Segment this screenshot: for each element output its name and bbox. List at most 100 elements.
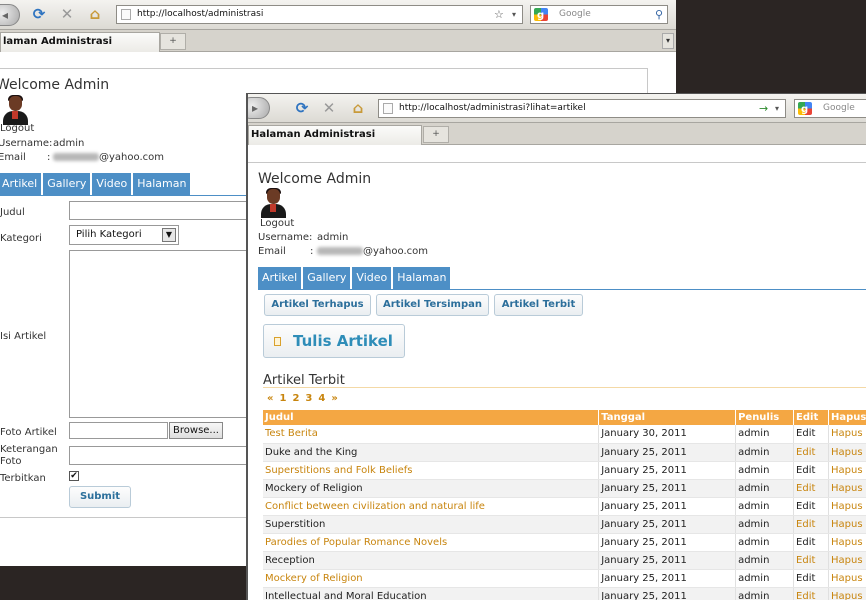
- url-input[interactable]: http://localhost/administrasi ☆ ▾: [116, 5, 523, 24]
- front-new-tab-button[interactable]: +: [423, 126, 449, 143]
- article-title-cell[interactable]: Superstitions and Folk Beliefs: [263, 461, 600, 480]
- section-title: Artikel Terbit: [263, 373, 345, 388]
- article-title-cell[interactable]: Conflict between civilization and natura…: [263, 497, 600, 516]
- pager-page-2[interactable]: 2: [292, 393, 300, 404]
- bookmark-star-icon[interactable]: ☆: [494, 7, 504, 22]
- front-url-dropdown-icon[interactable]: ▾: [775, 101, 779, 116]
- article-date-cell: January 25, 2011: [598, 569, 737, 588]
- delete-link[interactable]: Hapus: [828, 515, 866, 534]
- back-button[interactable]: ◂: [0, 4, 20, 26]
- kategori-select[interactable]: Pilih Kategori ▼: [69, 225, 179, 245]
- front-url-input[interactable]: http://localhost/administrasi?lihat=arti…: [378, 99, 786, 118]
- pager-next[interactable]: »: [331, 393, 338, 404]
- edit-link[interactable]: Edit: [793, 443, 830, 462]
- url-dropdown-icon[interactable]: ▾: [512, 7, 516, 22]
- delete-link[interactable]: Hapus: [828, 443, 866, 462]
- edit-link[interactable]: Edit: [793, 479, 830, 498]
- edit-link[interactable]: Edit: [793, 569, 830, 588]
- edit-link[interactable]: Edit: [793, 497, 830, 516]
- delete-link[interactable]: Hapus: [828, 497, 866, 516]
- article-title-cell[interactable]: Superstition: [263, 515, 600, 534]
- delete-link[interactable]: Hapus: [828, 551, 866, 570]
- go-arrow-icon[interactable]: →: [759, 101, 768, 116]
- front-logout-link[interactable]: Logout: [260, 218, 294, 229]
- edit-link[interactable]: Edit: [793, 461, 830, 480]
- table-row: Intellectual and Moral Education January …: [263, 587, 866, 600]
- artikel-tersimpan-button[interactable]: Artikel Tersimpan: [376, 294, 489, 316]
- front-google-engine-icon[interactable]: [798, 101, 812, 117]
- tulis-artikel-button[interactable]: Tulis Artikel: [263, 324, 405, 358]
- pager-prev[interactable]: «: [267, 393, 274, 404]
- front-toolbar: ▸ ⟳ ✕ ⌂ http://localhost/administrasi?li…: [248, 94, 866, 123]
- front-home-icon[interactable]: ⌂: [349, 99, 367, 117]
- terbitkan-checkbox[interactable]: ✔: [69, 471, 79, 481]
- article-date-cell: January 25, 2011: [598, 515, 737, 534]
- browse-button[interactable]: Browse...: [169, 422, 223, 439]
- front-welcome-heading: Welcome Admin: [258, 171, 372, 187]
- article-author-cell: admin: [735, 479, 795, 498]
- article-author-cell: admin: [735, 587, 795, 600]
- google-engine-icon[interactable]: [534, 7, 548, 23]
- article-date-cell: January 25, 2011: [598, 443, 737, 462]
- edit-link[interactable]: Edit: [793, 425, 830, 444]
- front-back-button[interactable]: ▸: [248, 97, 270, 119]
- table-body: Test Berita January 30, 2011 admin Edit Hapu…: [263, 425, 866, 600]
- pager-page-3[interactable]: 3: [305, 393, 313, 404]
- front-stop-icon[interactable]: ✕: [320, 99, 338, 117]
- front-search-input[interactable]: Google: [794, 99, 866, 118]
- pager-page-1[interactable]: 1: [279, 393, 287, 404]
- delete-link[interactable]: Hapus: [828, 569, 866, 588]
- back-logout-link[interactable]: Logout: [0, 123, 34, 134]
- search-magnifier-icon[interactable]: ⚲: [655, 6, 663, 23]
- edit-link[interactable]: Edit: [793, 515, 830, 534]
- front-reload-icon[interactable]: ⟳: [293, 99, 311, 117]
- front-page-icon: [383, 103, 393, 114]
- chevron-down-icon[interactable]: ▼: [162, 228, 176, 242]
- back-username-value: admin: [53, 138, 85, 149]
- back-tab-gallery[interactable]: Gallery: [43, 173, 91, 195]
- edit-link[interactable]: Edit: [793, 551, 830, 570]
- delete-link[interactable]: Hapus: [828, 425, 866, 444]
- reload-icon[interactable]: ⟳: [30, 5, 48, 23]
- article-title-cell[interactable]: Reception: [263, 551, 600, 570]
- foto-file-input[interactable]: [69, 422, 168, 439]
- new-tab-button[interactable]: +: [160, 33, 186, 50]
- tab-list-button[interactable]: ▾: [662, 33, 674, 49]
- back-tab-halaman[interactable]: Halaman: [133, 173, 191, 195]
- table-row: Duke and the King January 25, 2011 admin Ed…: [263, 443, 866, 462]
- front-tab-active[interactable]: Halaman Administrasi: [248, 125, 422, 145]
- back-tab-artikel[interactable]: Artikel: [0, 173, 42, 195]
- home-icon[interactable]: ⌂: [86, 5, 104, 23]
- edit-link[interactable]: Edit: [793, 587, 830, 600]
- artikel-terhapus-button[interactable]: Artikel Terhapus: [264, 294, 371, 316]
- delete-link[interactable]: Hapus: [828, 533, 866, 552]
- article-title-cell[interactable]: Intellectual and Moral Education: [263, 587, 600, 600]
- delete-link[interactable]: Hapus: [828, 461, 866, 480]
- pager-page-4[interactable]: 4: [318, 393, 326, 404]
- article-title-cell[interactable]: Mockery of Religion: [263, 569, 600, 588]
- artikel-terbit-button[interactable]: Artikel Terbit: [494, 294, 583, 316]
- judul-input[interactable]: [69, 201, 259, 220]
- article-title-cell[interactable]: Parodies of Popular Romance Novels: [263, 533, 600, 552]
- front-tab-gallery[interactable]: Gallery: [303, 267, 351, 289]
- article-title-cell[interactable]: Duke and the King: [263, 443, 600, 462]
- front-tab-halaman[interactable]: Halaman: [393, 267, 451, 289]
- edit-link[interactable]: Edit: [793, 533, 830, 552]
- front-username-value: admin: [317, 232, 349, 243]
- delete-link[interactable]: Hapus: [828, 479, 866, 498]
- front-tab-artikel[interactable]: Artikel: [258, 267, 302, 289]
- stop-icon[interactable]: ✕: [58, 5, 76, 23]
- article-title-cell[interactable]: Test Berita: [263, 425, 600, 444]
- article-title-cell[interactable]: Mockery of Religion: [263, 479, 600, 498]
- submit-button[interactable]: Submit: [69, 486, 131, 508]
- isi-artikel-textarea[interactable]: [69, 250, 259, 418]
- back-tabbar: laman Administrasi + ▾: [0, 30, 676, 52]
- back-tab-video[interactable]: Video: [92, 173, 132, 195]
- back-tab-active[interactable]: laman Administrasi: [0, 32, 160, 52]
- keterangan-input[interactable]: [69, 446, 259, 465]
- search-input[interactable]: Google ⚲: [530, 5, 668, 24]
- back-tab-title: laman Administrasi: [3, 36, 113, 47]
- delete-link[interactable]: Hapus: [828, 587, 866, 600]
- front-email-sep: :: [310, 246, 314, 257]
- front-tab-video[interactable]: Video: [352, 267, 392, 289]
